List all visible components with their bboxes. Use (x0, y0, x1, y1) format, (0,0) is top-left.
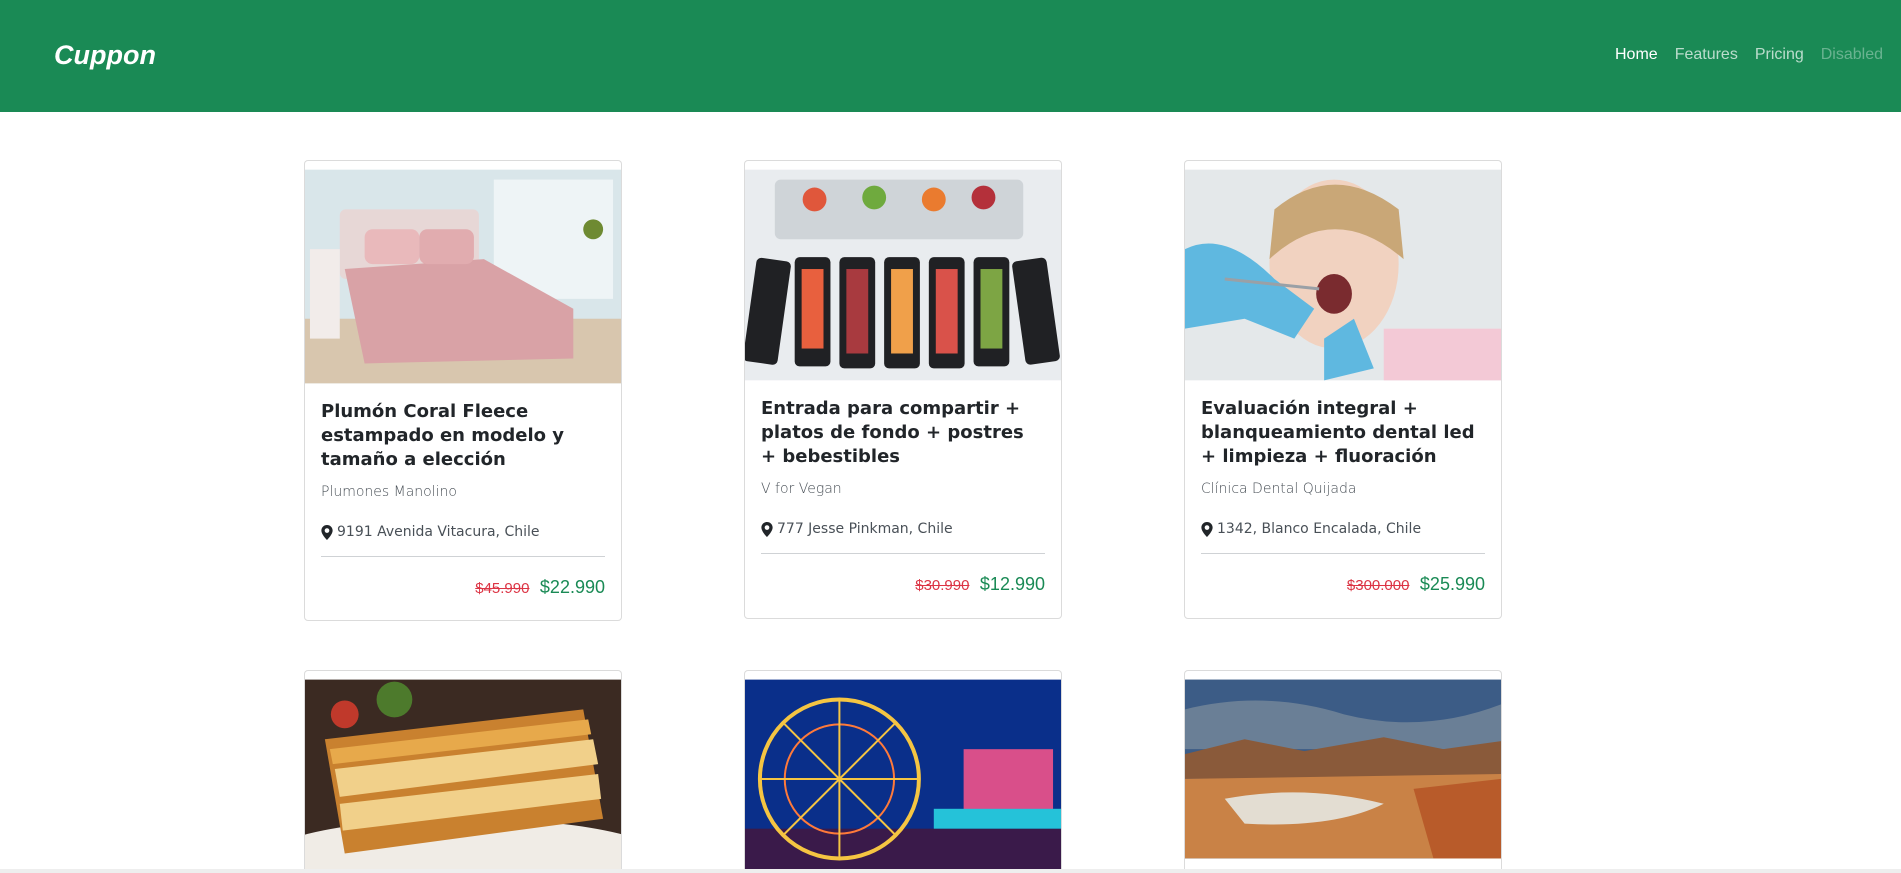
deal-title[interactable]: Entrada para compartir + platos de fondo… (761, 397, 1045, 469)
card-image-pink-bed[interactable] (305, 169, 621, 384)
card-image-desert[interactable] (1185, 679, 1501, 859)
deal-card-lasagna[interactable] (304, 670, 622, 873)
deal-card-amusement-park[interactable] (744, 670, 1062, 873)
card-image-buffet[interactable] (745, 169, 1061, 381)
location-row: 1342, Blanco Encalada, Chile (1201, 519, 1485, 554)
deal-card-restaurant[interactable]: Entrada para compartir + platos de fondo… (744, 160, 1062, 619)
original-price: $30.990 (915, 577, 970, 594)
nav-link-disabled: Disabled (1820, 46, 1883, 63)
nav-link-pricing[interactable]: Pricing (1755, 44, 1804, 66)
page-bottom-edge (0, 869, 1901, 873)
price-row: $30.990 $12.990 (761, 554, 1045, 595)
original-price: $300.000 (1346, 577, 1410, 594)
merchant-name: Clínica Dental Quijada (1201, 481, 1357, 497)
location-text: 1342, Blanco Encalada, Chile (1217, 521, 1422, 537)
discount-price: $22.990 (539, 577, 605, 597)
nav-link-home[interactable]: Home (1615, 44, 1658, 66)
deal-card-desert-tour[interactable] (1184, 670, 1502, 873)
map-pin-icon (761, 521, 773, 537)
location-row: 777 Jesse Pinkman, Chile (761, 519, 1045, 554)
main-nav: Home Features Pricing Disabled (1615, 44, 1883, 66)
nav-link-features[interactable]: Features (1675, 44, 1738, 66)
map-pin-icon (1201, 521, 1213, 537)
price-row: $300.000 $25.990 (1201, 554, 1485, 595)
card-image-dental[interactable] (1185, 169, 1501, 381)
original-price: $45.990 (475, 580, 530, 597)
map-pin-icon (321, 524, 333, 540)
deal-title[interactable]: Evaluación integral + blanqueamiento den… (1201, 397, 1485, 469)
location-row: 9191 Avenida Vitacura, Chile (321, 522, 605, 557)
deal-card-bedding[interactable]: Plumón Coral Fleece estampado en modelo … (304, 160, 622, 621)
card-image-ferris-wheel[interactable] (745, 679, 1061, 873)
merchant-name: V for Vegan (761, 481, 842, 497)
price-row: $45.990 $22.990 (321, 557, 605, 598)
location-text: 9191 Avenida Vitacura, Chile (337, 524, 540, 540)
deal-title[interactable]: Plumón Coral Fleece estampado en modelo … (321, 400, 605, 472)
merchant-name: Plumones Manolino (321, 484, 457, 500)
deal-card-dental[interactable]: Evaluación integral + blanqueamiento den… (1184, 160, 1502, 619)
brand-logo[interactable]: Cuppon (54, 38, 156, 72)
card-image-lasagna[interactable] (305, 679, 621, 873)
discount-price: $25.990 (1419, 574, 1485, 594)
top-navbar: Cuppon Home Features Pricing Disabled (0, 0, 1901, 112)
discount-price: $12.990 (979, 574, 1045, 594)
location-text: 777 Jesse Pinkman, Chile (777, 521, 953, 537)
